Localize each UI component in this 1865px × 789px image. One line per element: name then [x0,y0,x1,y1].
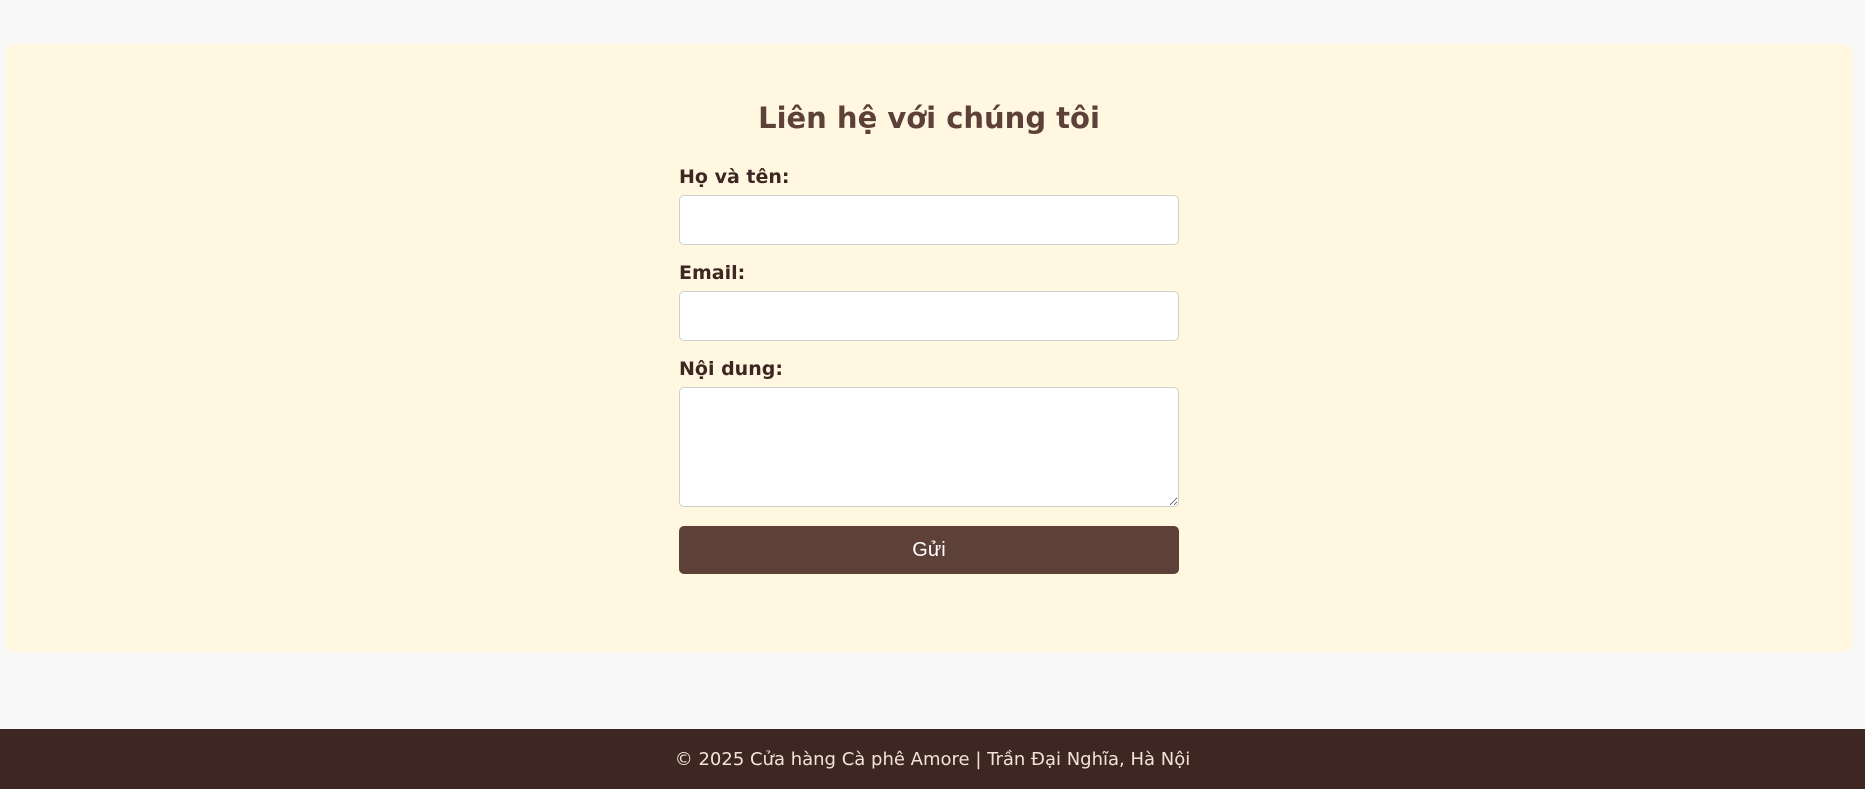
contact-form: Họ và tên: Email: Nội dung: Gửi [679,168,1179,574]
email-label: Email: [679,262,746,284]
contact-title: Liên hệ với chúng tôi [758,101,1100,135]
contact-section: Liên hệ với chúng tôi Họ và tên: Email: … [5,44,1853,652]
name-label: Họ và tên: [679,166,790,188]
message-textarea[interactable] [679,387,1179,507]
submit-button[interactable]: Gửi [679,526,1179,574]
email-input[interactable] [679,291,1179,341]
name-input[interactable] [679,195,1179,245]
site-footer: © 2025 Cửa hàng Cà phê Amore | Trần Đại … [0,729,1865,789]
footer-text: © 2025 Cửa hàng Cà phê Amore | Trần Đại … [674,749,1191,770]
message-label: Nội dung: [679,358,783,380]
